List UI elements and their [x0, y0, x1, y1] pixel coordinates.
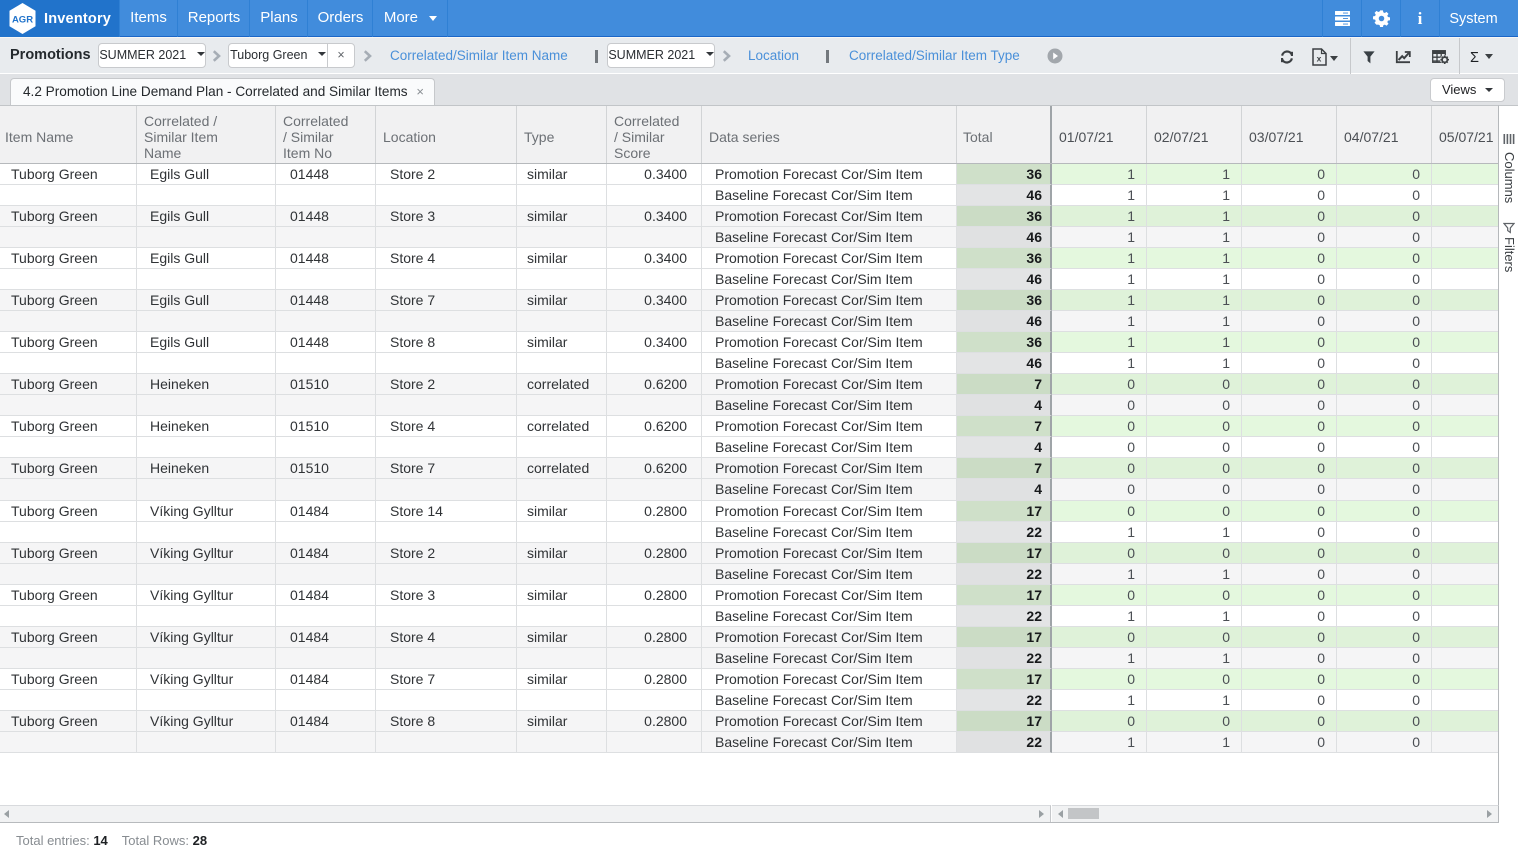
- svg-text:x: x: [1317, 54, 1322, 64]
- svg-text:AGR: AGR: [12, 15, 33, 26]
